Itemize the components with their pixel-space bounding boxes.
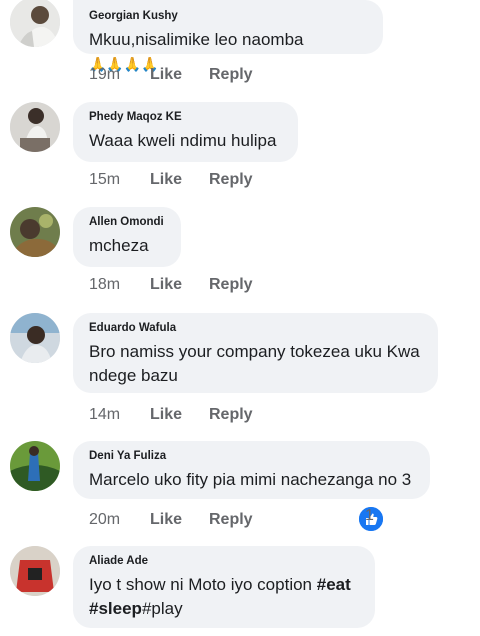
like-button[interactable]: Like [150,276,182,294]
avatar[interactable] [10,0,60,47]
comment-bubble: Phedy Maqoz KE Waaa kweli ndimu hulipa [73,102,298,162]
comment-bubble: Georgian Kushy Mkuu,nisalimike leo naomb… [73,0,383,72]
avatar[interactable] [10,102,60,152]
profile-photo-icon [10,0,60,47]
reply-button[interactable]: Reply [209,406,253,424]
commenter-name[interactable]: Allen Omondi [89,216,165,228]
comment-text: Bro namiss your company tokezea uku Kwa … [89,342,420,385]
timestamp[interactable]: 20m [89,511,120,529]
timestamp[interactable]: 15m [89,171,120,189]
avatar[interactable] [10,207,60,257]
comment-text: Marcelo uko fity pia mimi nachezanga no … [89,470,412,489]
reply-button[interactable]: Reply [209,276,253,294]
comment-text: Iyo t show ni Moto iyo coption #eat #sle… [89,575,351,618]
timestamp[interactable]: 19m [89,66,120,84]
profile-photo-icon [10,313,60,363]
hashtag-link[interactable]: #sleep [89,599,142,618]
profile-photo-icon [10,207,60,257]
avatar[interactable] [10,313,60,363]
avatar[interactable] [10,441,60,491]
like-button[interactable]: Like [150,171,182,189]
timestamp[interactable]: 14m [89,406,120,424]
comment-text: Waaa kweli ndimu hulipa [89,131,277,150]
reaction-count: 1 [365,507,374,524]
comment-bubble: Allen Omondi mcheza [73,207,181,267]
profile-photo-icon [10,102,60,152]
like-button[interactable]: Like [150,406,182,424]
reply-button[interactable]: Reply [209,171,253,189]
commenter-name[interactable]: Georgian Kushy [89,10,367,22]
timestamp[interactable]: 18m [89,276,120,294]
reaction-summary[interactable]: 1 [359,507,383,531]
comment-bubble: Eduardo Wafula Bro namiss your company t… [73,313,438,393]
avatar[interactable] [10,546,60,596]
like-button[interactable]: Like [150,66,182,84]
profile-photo-icon [10,441,60,491]
reply-button[interactable]: Reply [209,66,253,84]
comment-bubble: Deni Ya Fuliza Marcelo uko fity pia mimi… [73,441,430,499]
commenter-name[interactable]: Aliade Ade [89,555,359,567]
commenter-name[interactable]: Eduardo Wafula [89,322,422,334]
reply-button[interactable]: Reply [209,511,253,529]
commenter-name[interactable]: Phedy Maqoz KE [89,111,282,123]
comment-bubble: Aliade Ade Iyo t show ni Moto iyo coptio… [73,546,375,628]
hashtag-link[interactable]: #eat [317,575,351,594]
commenter-name[interactable]: Deni Ya Fuliza [89,450,414,462]
profile-photo-icon [10,546,60,596]
comment-text: mcheza [89,236,149,255]
like-button[interactable]: Like [150,511,182,529]
